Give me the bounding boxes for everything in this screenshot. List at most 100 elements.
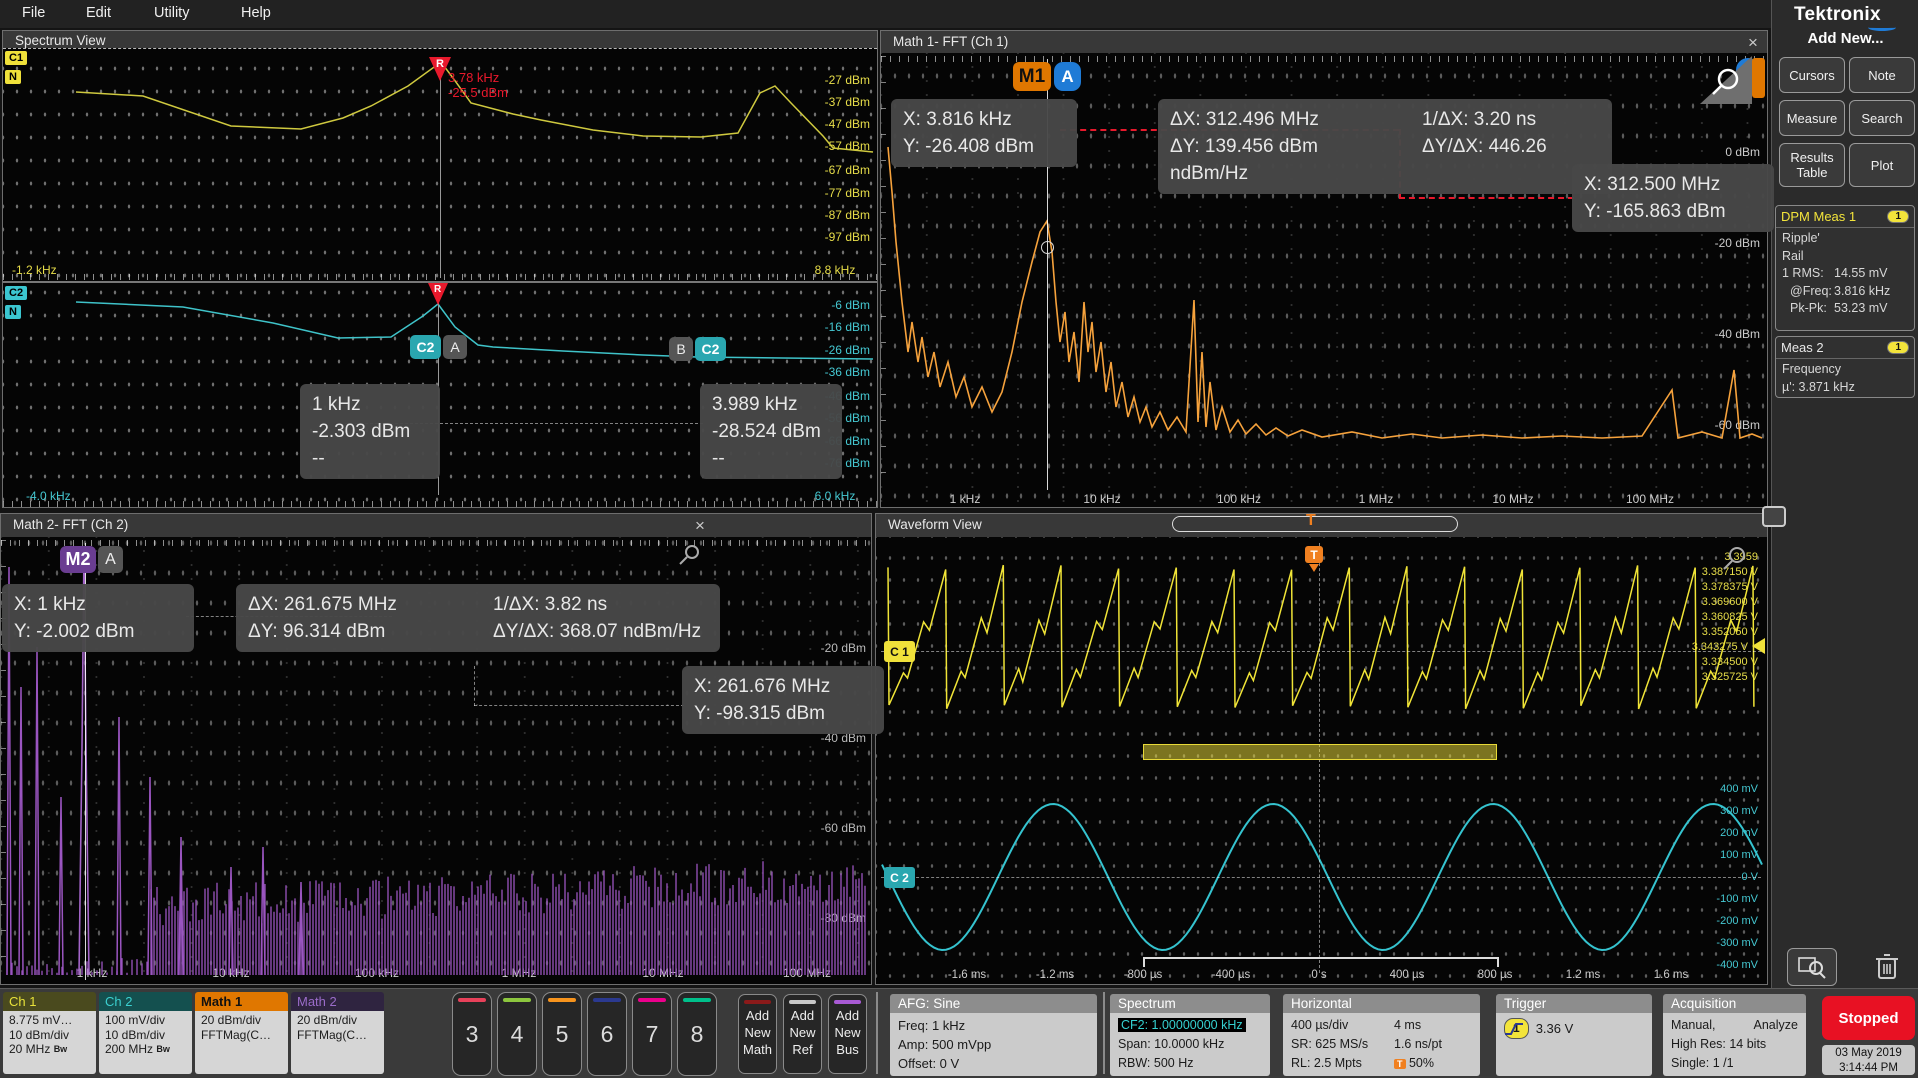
note-button[interactable]: Note — [1849, 57, 1915, 93]
cursor-b-badge[interactable]: B — [669, 337, 693, 361]
math1-badge-stack[interactable] — [1752, 58, 1765, 98]
cf2-highlight[interactable]: CF2: 1.00000000 kHz — [1118, 1018, 1246, 1032]
meas2-row: µ': 3.871 kHz — [1782, 379, 1908, 397]
cursor-b-ampl: -28.524 dBm — [712, 418, 830, 445]
channel-3-button[interactable]: 3 — [452, 992, 492, 1076]
math1-settings-badge[interactable]: Math 1 20 dBm/divFFTMag(C… — [195, 992, 288, 1074]
math1-cursor-b-readout[interactable]: X: 312.500 MHz Y: -165.863 dBm — [1572, 164, 1774, 232]
dpm-stat: 1 RMS:14.55 mV — [1782, 265, 1908, 283]
ch1-level-arrow[interactable] — [1752, 638, 1765, 654]
math2-close-icon[interactable]: × — [695, 516, 705, 536]
readout-dy: ΔY: 96.314 dBm — [248, 618, 493, 645]
rising-edge-icon — [1504, 1021, 1524, 1037]
search-button[interactable]: Search — [1849, 100, 1915, 136]
add-new-math-button[interactable]: AddNewMath — [738, 994, 777, 1074]
readout-slope: ΔY/ΔX: 368.07 ndBm/Hz — [493, 621, 701, 642]
ch1-level-dash — [881, 651, 1761, 652]
magnifier-icon — [1706, 62, 1746, 102]
acquisition-badge[interactable]: Acquisition Manual,Analyze High Res: 14 … — [1663, 994, 1806, 1076]
channel-7-button[interactable]: 7 — [632, 992, 672, 1076]
readout-invdx: 1/ΔX: 3.82 ns — [493, 594, 607, 615]
cursor-a-readout[interactable]: 1 kHz -2.303 dBm -- — [300, 384, 440, 479]
bandwidth-icon: Bw — [54, 1044, 68, 1054]
menu-utility[interactable]: Utility — [154, 5, 189, 21]
trash-button[interactable] — [1865, 948, 1909, 984]
measure-button[interactable]: Measure — [1779, 100, 1845, 136]
afg-title: AFG: Sine — [890, 994, 1097, 1013]
meas2-count-badge: 1 — [1887, 341, 1909, 354]
marker-ampl-readout: -25.5 dBm — [448, 85, 508, 100]
math2-settings-badge[interactable]: Math 2 20 dBm/divFFTMag(C… — [291, 992, 384, 1074]
trigger-badge[interactable]: Trigger 1 3.36 V — [1496, 994, 1652, 1076]
math1-source-badge[interactable]: M1 — [1013, 62, 1051, 91]
ch1-label: Ch 1 — [3, 992, 96, 1011]
readout-y: Y: -98.315 dBm — [694, 700, 872, 727]
menu-help[interactable]: Help — [241, 5, 271, 21]
readout-y: Y: -2.002 dBm — [14, 618, 182, 645]
math1-close-icon[interactable]: × — [1748, 33, 1758, 53]
dpm-meas1-count-badge: 1 — [1887, 210, 1909, 223]
zoom-mode-button[interactable] — [1787, 948, 1837, 986]
spectrum-badge-title: Spectrum — [1110, 994, 1270, 1013]
readout-dx: ΔX: 312.496 MHz — [1170, 106, 1422, 133]
marker-freq-readout: 3.78 kHz — [448, 70, 499, 85]
trigger-slider-marker[interactable]: T — [1306, 512, 1316, 530]
plot-button[interactable]: Plot — [1849, 143, 1915, 187]
cursor-b-readout[interactable]: 3.989 kHz -28.524 dBm -- — [700, 384, 842, 479]
channel-8-button[interactable]: 8 — [677, 992, 717, 1076]
axis-label: -26 dBm — [792, 343, 870, 357]
trigger-level: 3.36 V — [1536, 1019, 1574, 1038]
math1-cursor-a-handle[interactable]: A — [1054, 62, 1081, 91]
meas2-row: Frequency — [1782, 361, 1908, 379]
channel-5-button[interactable]: 5 — [542, 992, 582, 1076]
dpm-stat: Pk-Pk:53.23 mV — [1782, 300, 1908, 318]
stopped-button[interactable]: Stopped — [1822, 996, 1915, 1040]
math2-delta-readout[interactable]: ΔX: 261.675 MHz1/ΔX: 3.82 ns ΔY: 96.314 … — [236, 584, 720, 652]
math2-label: Math 2 — [291, 992, 384, 1011]
add-new-bus-button[interactable]: AddNewBus — [828, 994, 867, 1074]
spectrum-badge[interactable]: Spectrum CF2: 1.00000000 kHz Span: 10.00… — [1110, 994, 1270, 1076]
add-new-ref-button[interactable]: AddNewRef — [783, 994, 822, 1074]
math2-cursor-b-readout[interactable]: X: 261.676 MHz Y: -98.315 dBm — [682, 666, 884, 734]
results-table-button[interactable]: Results Table — [1779, 143, 1845, 187]
cursors-button[interactable]: Cursors — [1779, 57, 1845, 93]
ch2-settings-badge[interactable]: Ch 2 100 mV/div10 dBm/div200 MHz Bw — [99, 992, 192, 1074]
math2-cursor-a-handle[interactable]: A — [98, 546, 123, 573]
trigger-position-badge[interactable]: T — [1305, 546, 1323, 563]
channel-6-button[interactable]: 6 — [587, 992, 627, 1076]
waveform-c1-badge[interactable]: C 1 — [884, 641, 915, 662]
menu-file[interactable]: File — [22, 5, 45, 21]
dpm-row: Ripple' — [1782, 230, 1908, 248]
afg-badge[interactable]: AFG: Sine Freq: 1 kHzAmp: 500 mVppOffset… — [890, 994, 1097, 1076]
cursor-b-channel-badge[interactable]: C2 — [695, 337, 726, 361]
dpm-meas1-title: DPM Meas 1 — [1781, 209, 1856, 224]
math1-red-cursor-dash — [1399, 197, 1574, 199]
math1-delta-readout[interactable]: ΔX: 312.496 MHz1/ΔX: 3.20 ns ΔY: 139.456… — [1158, 99, 1612, 194]
cursor-a-channel-badge[interactable]: C2 — [410, 335, 441, 359]
axis-label: -36 dBm — [792, 365, 870, 379]
meas2-panel[interactable]: Meas 2 1 Frequency µ': 3.871 kHz — [1775, 336, 1915, 398]
dpm-meas1-panel[interactable]: DPM Meas 1 1 Ripple' Rail 1 RMS:14.55 mV… — [1775, 205, 1915, 331]
dpm-row: Rail — [1782, 248, 1908, 266]
right-sidebar: Tektronix Add New... Cursors Note Measur… — [1771, 0, 1918, 988]
magnifier-icon[interactable] — [1720, 544, 1750, 572]
menu-edit[interactable]: Edit — [86, 5, 111, 21]
cursor-a-extra: -- — [312, 445, 428, 472]
math2-cursor-a-readout[interactable]: X: 1 kHz Y: -2.002 dBm — [2, 584, 194, 652]
channel-4-button[interactable]: 4 — [497, 992, 537, 1076]
waveform-c2-badge[interactable]: C 2 — [884, 867, 915, 888]
horizontal-badge[interactable]: Horizontal 400 µs/div4 ms SR: 625 MS/s1.… — [1283, 994, 1480, 1076]
tektronix-logo: Tektronix — [1794, 4, 1881, 26]
math2-source-badge[interactable]: M2 — [60, 546, 96, 573]
magnifier-icon[interactable] — [676, 542, 706, 568]
bar-divider — [876, 992, 878, 1074]
splitter-handle[interactable] — [1762, 506, 1786, 527]
cursor-a-badge[interactable]: A — [443, 335, 467, 359]
readout-dy: ΔY: 139.456 dBm — [1170, 133, 1422, 160]
menu-bar: File Edit Utility Help — [0, 0, 1771, 28]
math1-cursor-a-readout[interactable]: X: 3.816 kHz Y: -26.408 dBm — [891, 99, 1077, 167]
ch1-settings-badge[interactable]: Ch 1 8.775 mV…10 dBm/div20 MHz Bw — [3, 992, 96, 1074]
spectrum-time-gate-band[interactable] — [1143, 744, 1497, 760]
time: 3:14:44 PM — [1822, 1061, 1915, 1076]
dpm-stat: @Freq:3.816 kHz — [1782, 283, 1908, 301]
